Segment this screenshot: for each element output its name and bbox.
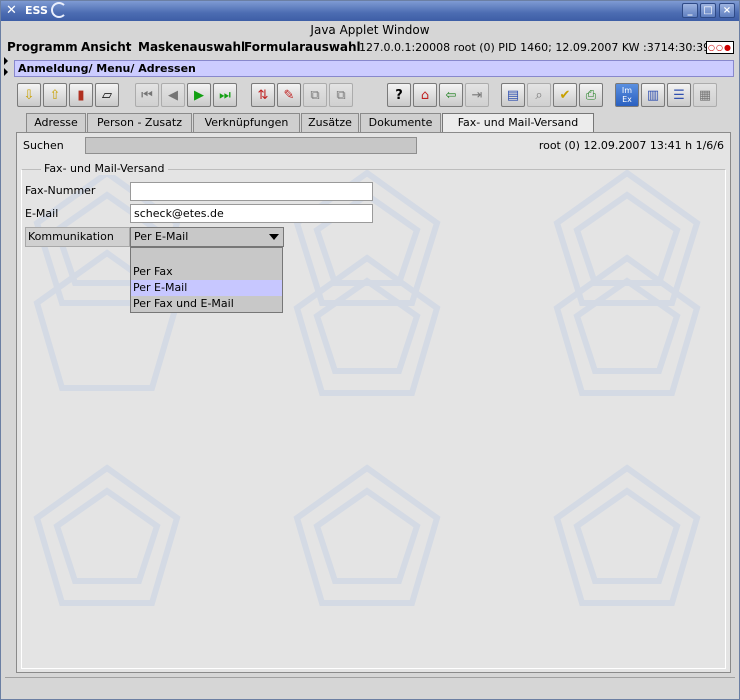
breadcrumb: Anmeldung/ Menu/ Adressen [14,60,734,77]
document-icon[interactable]: ▤ [501,83,525,107]
paste-icon[interactable]: ⧉ [329,83,353,107]
main-panel: Suchen root (0) 12.09.2007 13:41 h 1/6/6… [16,132,731,673]
option-per-fax[interactable]: Per Fax [131,264,282,280]
import-export-icon[interactable]: Im Ex [615,83,639,107]
edit-record-icon[interactable]: ✎ [277,83,301,107]
minimize-button[interactable]: _ [682,3,698,18]
menu-maskenauswahl[interactable]: Maskenauswahl [138,40,245,54]
search-label: Suchen [23,139,64,152]
collapse-handle[interactable] [4,57,10,79]
applet-window-label: Java Applet Window [1,21,739,39]
toolbar: ⇩ ⇧ ▮ ▱ ⏮ ◀ ▶ ⏭ ⇅ ✎ ⧉ ⧉ ? ⌂ ⇦ ⇥ ▤ ⌕ ✔ ⎙ … [17,83,727,109]
menu-formularauswahl[interactable]: Formularauswahl [244,40,361,54]
next-record-icon[interactable]: ▶ [187,83,211,107]
first-record-icon[interactable]: ⏮ [135,83,159,107]
communication-label: Kommunikation [25,227,130,247]
compare-icon[interactable]: ⇅ [251,83,275,107]
copy-icon[interactable]: ⧉ [303,83,327,107]
option-per-fax-und-email[interactable]: Per Fax und E-Mail [131,296,282,312]
help-icon[interactable]: ? [387,83,411,107]
connection-indicator: ○○● [706,41,734,54]
maximize-button[interactable]: □ [700,3,716,18]
save-icon[interactable]: ⇩ [17,83,41,107]
tab-zusaetze[interactable]: Zusätze [301,113,359,132]
group-title: Fax- und Mail-Versand [41,162,168,175]
search-icon[interactable]: ⌕ [527,83,551,107]
app-icon: ✕ [6,3,17,18]
new-record-icon[interactable]: ▱ [95,83,119,107]
connection-status-text: 127.0.0.1:20008 root (0) PID 1460; 12.09… [359,41,711,54]
chevron-down-icon[interactable] [269,234,279,240]
last-record-icon[interactable]: ⏭ [213,83,237,107]
menu-programm[interactable]: Programm [7,40,78,54]
option-per-email[interactable]: Per E-Mail [131,280,282,296]
check-icon[interactable]: ✔ [553,83,577,107]
print-icon[interactable]: ⎙ [579,83,603,107]
card-icon[interactable]: ▥ [641,83,665,107]
export-icon[interactable]: ⇥ [465,83,489,107]
save-all-icon[interactable]: ⇧ [43,83,67,107]
exit-icon[interactable]: ⇦ [439,83,463,107]
app-title: ESS [25,4,48,17]
close-button[interactable]: × [719,3,735,18]
tab-dokumente[interactable]: Dokumente [360,113,441,132]
report-icon[interactable]: ▦ [693,83,717,107]
session-info: root (0) 12.09.2007 13:41 h 1/6/6 [538,139,724,152]
tab-fax-mail-versand[interactable]: Fax- und Mail-Versand [442,113,594,133]
tab-verknuepfungen[interactable]: Verknüpfungen [193,113,300,132]
fax-number-field[interactable] [130,182,373,201]
option-empty[interactable] [131,248,282,264]
communication-dropdown-list: Per Fax Per E-Mail Per Fax und E-Mail [130,247,283,313]
prev-record-icon[interactable]: ◀ [161,83,185,107]
status-bar [5,677,735,695]
menu-ansicht[interactable]: Ansicht [81,40,131,54]
swirl-icon [51,2,67,18]
communication-select-value: Per E-Mail [134,230,189,243]
fax-number-label: Fax-Nummer [25,184,96,197]
tab-person-zusatz[interactable]: Person - Zusatz [87,113,192,132]
application-window: ✕ ESS _ □ × Java Applet Window Programm … [0,0,740,700]
search-input[interactable] [85,137,417,154]
title-bar[interactable]: ✕ ESS _ □ × [1,1,739,21]
home-icon[interactable]: ⌂ [413,83,437,107]
menu-bar: Programm Ansicht Maskenauswahl Formulara… [1,39,739,57]
tab-adresse[interactable]: Adresse [26,113,86,132]
delete-icon[interactable]: ▮ [69,83,93,107]
email-field[interactable]: scheck@etes.de [130,204,373,223]
list-icon[interactable]: ☰ [667,83,691,107]
email-label: E-Mail [25,207,59,220]
communication-select[interactable]: Per E-Mail [130,227,284,247]
